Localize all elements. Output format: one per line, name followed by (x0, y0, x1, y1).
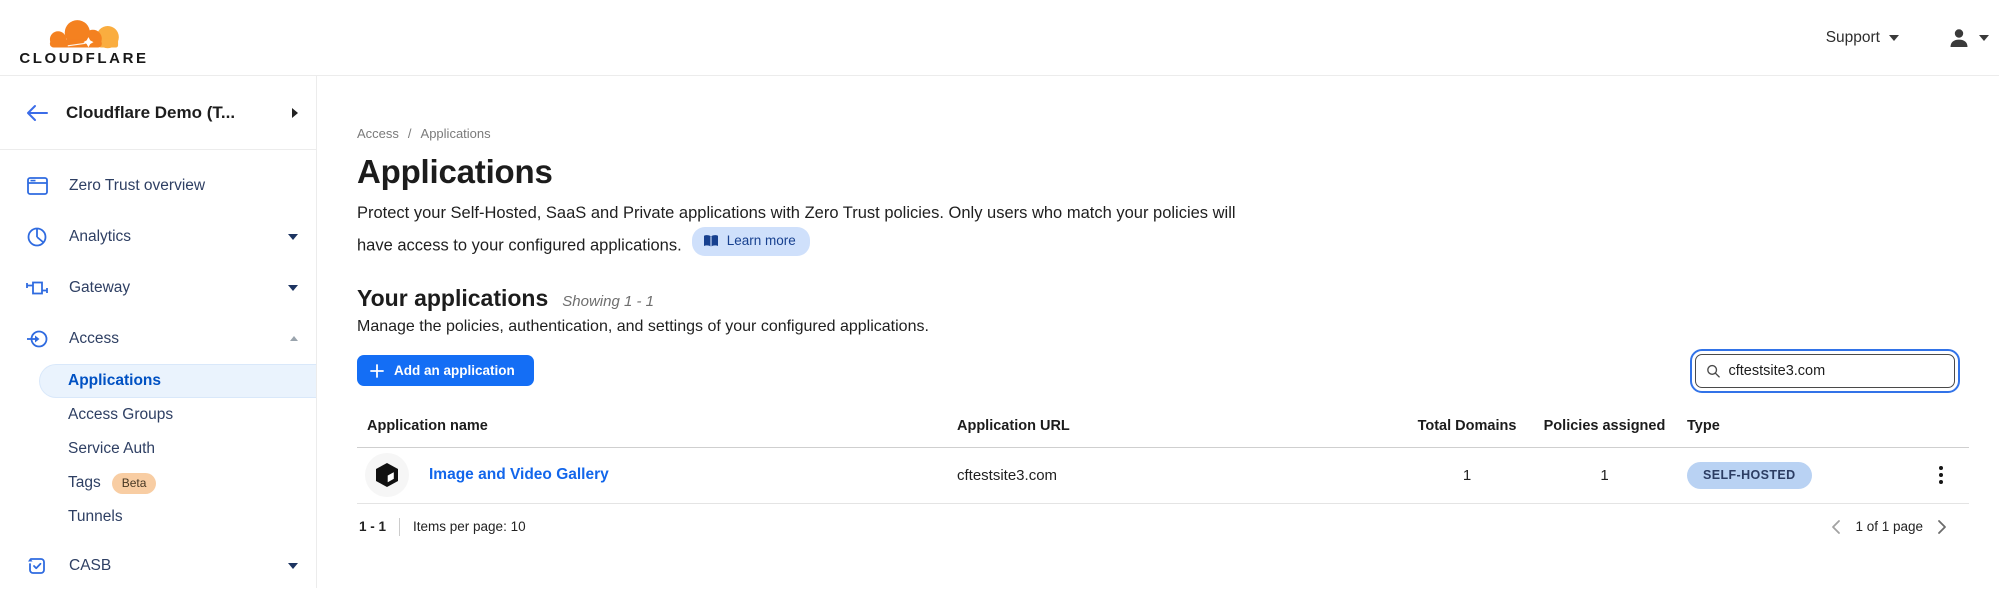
main-content: Access / Applications Applications Prote… (317, 76, 1999, 588)
expand-right-icon[interactable] (292, 108, 298, 118)
sidebar-item-gateway[interactable]: Gateway (0, 262, 316, 313)
chevron-down-icon (1889, 35, 1899, 41)
table-row: Image and Video Gallery cftestsite3.com … (357, 448, 1969, 504)
kebab-menu-icon[interactable] (1935, 462, 1947, 488)
column-header-policies-assigned: Policies assigned (1522, 418, 1687, 434)
sidebar-item-label: Tags (68, 474, 101, 492)
user-menu[interactable] (1947, 26, 1989, 50)
section-title: Your applications (357, 285, 548, 312)
application-link[interactable]: Image and Video Gallery (429, 466, 609, 484)
chevron-left-icon[interactable] (1829, 519, 1843, 535)
user-icon (1947, 26, 1971, 50)
overview-icon (26, 175, 48, 197)
breadcrumb: Access / Applications (357, 126, 1969, 141)
sidebar-item-label: Gateway (69, 279, 130, 297)
cloudflare-cloud-icon (32, 9, 136, 49)
column-header-application-name: Application name (357, 418, 957, 434)
column-header-total-domains: Total Domains (1412, 418, 1522, 434)
sidebar-nav: Zero Trust overview Analytics Gateway (0, 150, 316, 591)
search-icon (1706, 363, 1720, 379)
chevron-up-icon[interactable] (290, 336, 298, 341)
sidebar-item-label: Applications (68, 372, 161, 390)
column-header-application-url: Application URL (957, 418, 1412, 434)
chevron-right-icon[interactable] (1935, 519, 1949, 535)
chevron-down-icon (1979, 35, 1989, 41)
sidebar-item-label: Access Groups (68, 406, 173, 424)
section-subtext: Manage the policies, authentication, and… (357, 318, 1969, 336)
page-title: Applications (357, 153, 1969, 191)
top-header: CLOUDFLARE Support (0, 0, 1999, 76)
sidebar: Cloudflare Demo (T... Zero Trust overvie… (0, 76, 317, 588)
chevron-down-icon[interactable] (288, 234, 298, 240)
add-application-button[interactable]: Add an application (357, 355, 534, 386)
breadcrumb-access[interactable]: Access (357, 126, 399, 141)
chevron-down-icon[interactable] (288, 285, 298, 291)
logo-wordmark: CLOUDFLARE (19, 50, 148, 67)
access-icon (26, 328, 48, 350)
page-info: 1 of 1 page (1855, 519, 1923, 534)
application-url: cftestsite3.com (957, 467, 1412, 484)
cloudflare-logo[interactable]: CLOUDFLARE (16, 9, 152, 67)
learn-more-badge[interactable]: Learn more (692, 227, 810, 257)
sidebar-item-analytics[interactable]: Analytics (0, 211, 316, 262)
search-box (1695, 354, 1955, 388)
sidebar-item-label: Service Auth (68, 440, 155, 458)
total-domains-value: 1 (1412, 467, 1522, 484)
sidebar-item-applications[interactable]: Applications (39, 364, 316, 398)
sidebar-item-service-auth[interactable]: Service Auth (0, 432, 316, 466)
sidebar-item-label: CASB (69, 557, 111, 575)
app-cube-icon (365, 453, 409, 497)
book-icon (703, 234, 719, 248)
analytics-icon (26, 226, 48, 248)
page-description: Protect your Self-Hosted, SaaS and Priva… (357, 201, 1237, 259)
pagination-range: 1 - 1 (359, 519, 386, 534)
account-switcher[interactable]: Cloudflare Demo (T... (0, 76, 316, 150)
showing-count: Showing 1 - 1 (562, 293, 654, 310)
type-badge: SELF-HOSTED (1687, 462, 1812, 489)
items-per-page[interactable]: Items per page: 10 (413, 519, 526, 534)
sidebar-item-tunnels[interactable]: Tunnels (0, 500, 316, 534)
applications-table: Application name Application URL Total D… (357, 418, 1969, 504)
table-header: Application name Application URL Total D… (357, 418, 1969, 448)
breadcrumb-separator: / (408, 126, 412, 141)
sidebar-item-zero-trust-overview[interactable]: Zero Trust overview (0, 160, 316, 211)
learn-more-label: Learn more (727, 231, 796, 252)
sidebar-item-access[interactable]: Access (0, 313, 316, 364)
sidebar-item-label: Zero Trust overview (69, 177, 205, 195)
chevron-down-icon[interactable] (288, 563, 298, 569)
pagination-divider (399, 518, 400, 536)
add-application-label: Add an application (394, 363, 515, 378)
support-menu[interactable]: Support (1826, 29, 1899, 47)
breadcrumb-applications[interactable]: Applications (421, 126, 491, 141)
sidebar-item-tags[interactable]: Tags Beta (0, 466, 316, 500)
toolbar: Add an application (357, 354, 1969, 388)
search-input[interactable] (1728, 363, 1944, 379)
sidebar-item-label: Tunnels (68, 508, 123, 526)
sidebar-item-casb[interactable]: CASB (0, 540, 316, 591)
support-label: Support (1826, 29, 1880, 47)
plus-icon (370, 364, 384, 378)
policies-assigned-value: 1 (1522, 467, 1687, 484)
casb-icon (26, 555, 48, 577)
sidebar-item-label: Analytics (69, 228, 131, 246)
account-name: Cloudflare Demo (T... (66, 103, 274, 123)
gateway-icon (26, 277, 48, 299)
pagination: 1 - 1 Items per page: 10 1 of 1 page (357, 504, 1969, 536)
sidebar-item-label: Access (69, 330, 119, 348)
sidebar-item-access-groups[interactable]: Access Groups (0, 398, 316, 432)
beta-badge: Beta (112, 473, 157, 494)
column-header-type: Type (1687, 418, 1912, 434)
back-arrow-icon[interactable] (26, 104, 48, 122)
access-subnav: Applications Access Groups Service Auth … (0, 364, 316, 534)
